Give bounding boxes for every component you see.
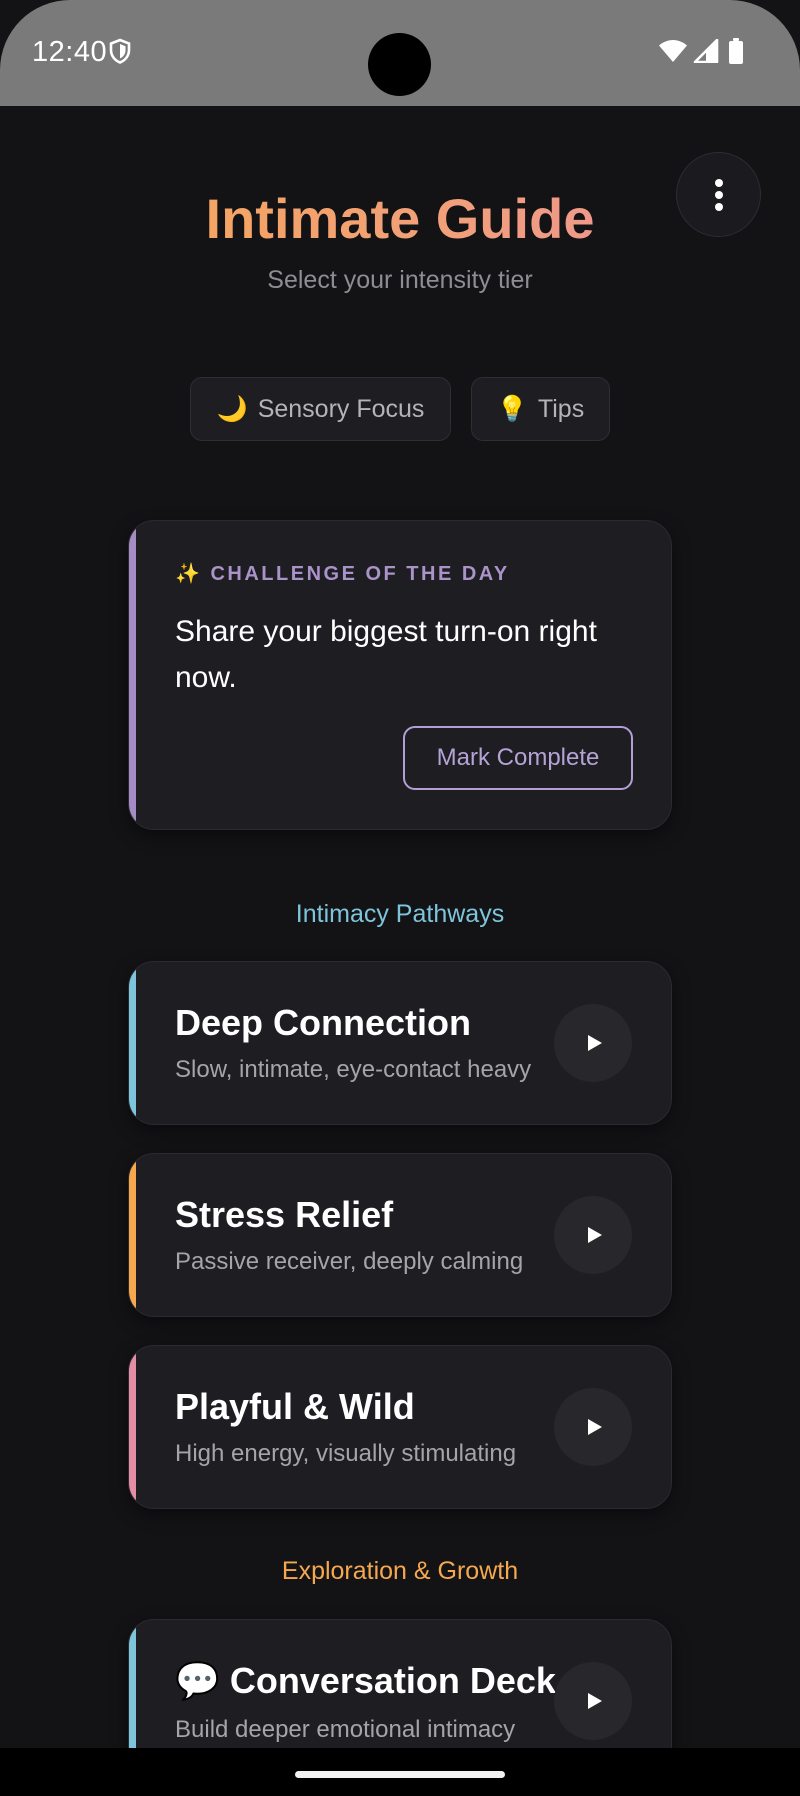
challenge-label: ✨ CHALLENGE OF THE DAY [175, 563, 510, 585]
play-icon [584, 1034, 603, 1052]
challenge-accent-bar [129, 521, 136, 829]
mark-complete-button[interactable]: Mark Complete [403, 726, 633, 790]
section-header-pathways: Intimacy Pathways [295, 900, 505, 928]
sensory-focus-button[interactable]: 🌙 Sensory Focus [190, 377, 451, 441]
card-accent-bar [129, 1346, 136, 1508]
tips-button[interactable]: 💡 Tips [471, 377, 610, 441]
pathway-title: Playful & Wild [175, 1386, 415, 1427]
pathway-description: Slow, intimate, eye-contact heavy [175, 1056, 532, 1083]
play-icon [584, 1692, 603, 1710]
section-header-exploration: Exploration & Growth [281, 1557, 519, 1585]
play-button[interactable] [554, 1196, 632, 1274]
pathway-card-deep-connection[interactable]: Deep Connection Slow, intimate, eye-cont… [128, 961, 672, 1125]
battery-icon [728, 38, 744, 69]
challenge-text: Share your biggest turn-on right now. [175, 615, 597, 694]
play-button[interactable] [554, 1004, 632, 1082]
play-button[interactable] [554, 1662, 632, 1740]
pathway-title: Stress Relief [175, 1194, 394, 1235]
pathway-description: Passive receiver, deeply calming [175, 1248, 524, 1275]
pathway-description: High energy, visually stimulating [175, 1440, 517, 1467]
status-bar: 12:40 [0, 0, 800, 106]
play-button[interactable] [554, 1388, 632, 1466]
home-indicator[interactable] [295, 1771, 505, 1778]
wifi-icon [658, 39, 688, 68]
play-icon [584, 1226, 603, 1244]
page-title: Intimate Guide [0, 186, 800, 252]
pathway-title: Deep Connection [175, 1002, 472, 1043]
pathway-card-playful-wild[interactable]: Playful & Wild High energy, visually sti… [128, 1345, 672, 1509]
card-accent-bar [129, 962, 136, 1124]
shield-icon [109, 38, 131, 69]
play-icon [584, 1418, 603, 1436]
card-accent-bar [129, 1154, 136, 1316]
app-screen: 12:40 Intimate Guide Select your intensi… [0, 0, 800, 1796]
page-subtitle: Select your intensity tier [267, 266, 533, 294]
status-time: 12:40 [32, 36, 108, 68]
lightbulb-icon: 💡 [496, 394, 528, 423]
camera-cutout [368, 33, 431, 96]
exploration-description: Build deeper emotional intimacy [175, 1716, 516, 1743]
pathway-card-stress-relief[interactable]: Stress Relief Passive receiver, deeply c… [128, 1153, 672, 1317]
moon-icon: 🌙 [216, 394, 248, 423]
challenge-card: ✨ CHALLENGE OF THE DAY Share your bigges… [128, 520, 672, 830]
signal-icon [693, 38, 719, 68]
tips-label: Tips [537, 394, 585, 423]
exploration-title: 💬 Conversation Deck [175, 1660, 556, 1701]
sensory-focus-label: Sensory Focus [257, 394, 425, 423]
